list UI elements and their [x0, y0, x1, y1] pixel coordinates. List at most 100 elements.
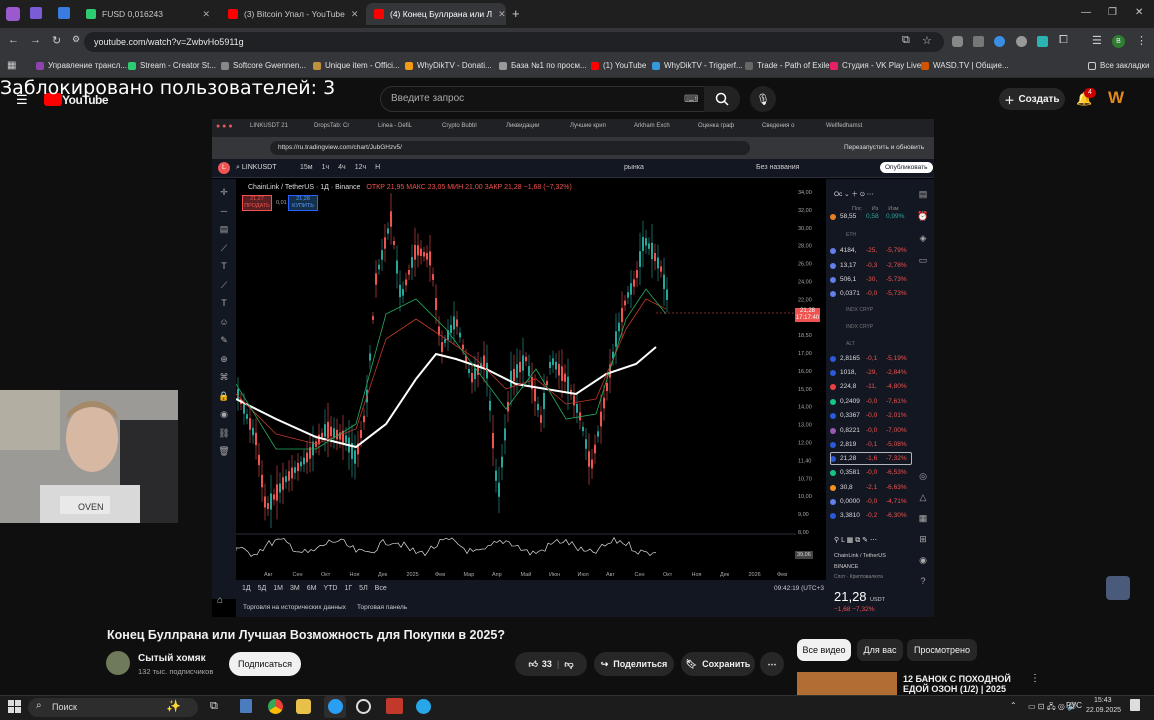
candle-body	[606, 382, 608, 392]
chat-avatar-widget[interactable]	[1106, 576, 1130, 600]
close-icon[interactable]: ✕	[498, 9, 506, 20]
keyboard-icon[interactable]: ⌨	[684, 94, 698, 105]
chrome-app-icon[interactable]	[268, 699, 283, 714]
tv-row-percent: -5,19%	[886, 355, 907, 362]
extension-icon[interactable]	[994, 36, 1005, 47]
recommendation-title[interactable]: 12 БАНОК С ПОХОДНОЙ ЕДОЙ ОЗОН (1/2) | 20…	[903, 674, 1033, 694]
minimize-icon[interactable]: —	[1081, 7, 1091, 18]
save-button[interactable]: 🔖︎ Сохранить	[681, 652, 755, 676]
candle-body	[333, 428, 335, 438]
close-icon[interactable]: ✕	[351, 9, 359, 20]
shield-extension-icon[interactable]	[952, 36, 963, 47]
file-explorer-icon[interactable]	[296, 699, 311, 714]
candle-body	[537, 403, 539, 411]
calculator-app-icon[interactable]	[240, 699, 252, 713]
windows-start-icon[interactable]	[8, 700, 22, 714]
share-button[interactable]: ↪ Поделиться	[594, 652, 674, 676]
profile-icon[interactable]	[6, 7, 20, 21]
bookmark-item[interactable]: База №1 по просм...	[499, 61, 587, 70]
address-bar[interactable]: youtube.com/watch?v=ZwbvHo5911g	[84, 32, 944, 52]
candle-body	[444, 339, 446, 343]
tv-row-percent: -5,79%	[886, 247, 907, 254]
task-view-icon[interactable]: ⧉	[210, 700, 218, 713]
chip-watched[interactable]: Просмотрено	[907, 639, 977, 661]
like-button[interactable]: 👍︎ 33	[528, 659, 551, 670]
bookmark-item[interactable]: Stream - Creator St...	[128, 61, 216, 70]
candle-body	[474, 368, 476, 380]
voice-search-button[interactable]: 🎙	[750, 86, 776, 112]
clock-date[interactable]: 22.09.2025	[1086, 707, 1121, 714]
extension-tab-icon[interactable]	[30, 7, 42, 19]
telegram-app-icon[interactable]	[416, 699, 431, 714]
back-icon[interactable]: ←	[8, 34, 19, 46]
language-indicator[interactable]: РУС	[1066, 701, 1082, 710]
bookmark-item[interactable]: Управление трансл...	[36, 61, 127, 70]
clock-time[interactable]: 15:43	[1094, 697, 1112, 704]
tv-watchlist-row: 0,3367 -0,0 -2,01%	[830, 412, 907, 419]
tab-bullrun[interactable]: (4) Конец Буллрана или Л ✕	[366, 3, 506, 25]
bookmark-item[interactable]: Студия - VK Play Live	[830, 61, 921, 70]
channel-avatar[interactable]	[106, 651, 130, 675]
close-window-icon[interactable]: ✕	[1135, 7, 1143, 18]
extension-icon[interactable]	[1037, 36, 1048, 47]
bookmark-item[interactable]: Unique item - Offici...	[313, 61, 400, 70]
channel-name[interactable]: Сытый хомяк	[138, 653, 206, 664]
tv-row-price: 2,819	[840, 441, 857, 448]
bookmark-label: WASD.TV | Общие...	[933, 61, 1009, 70]
notification-center-icon[interactable]	[1130, 699, 1140, 711]
chip-for-you[interactable]: Для вас	[857, 639, 903, 661]
install-icon[interactable]: ⧉	[902, 34, 910, 47]
extension-icon[interactable]	[1016, 36, 1027, 47]
extension-icon[interactable]	[973, 36, 984, 47]
tray-arrow-icon[interactable]: ⌃	[1010, 701, 1017, 710]
pinned-tab-icon[interactable]	[58, 7, 70, 19]
bookmark-item[interactable]: Trade - Path of Exile	[745, 61, 830, 70]
candle-body	[591, 459, 593, 469]
puzzle-extensions-icon[interactable]: ⧠	[1059, 34, 1068, 47]
bookmark-item[interactable]: Softcore Gwennen...	[221, 61, 306, 70]
candle-body	[600, 411, 602, 427]
dislike-button[interactable]: 👎︎	[564, 659, 573, 670]
tv-current-price-tag: 21,28 17:17:40	[795, 308, 820, 322]
close-icon[interactable]: ✕	[202, 9, 210, 20]
new-tab-button[interactable]: +	[512, 6, 520, 21]
more-actions-button[interactable]: ⋯	[760, 652, 784, 676]
tv-row-change: -30,	[866, 276, 878, 283]
search-button[interactable]	[704, 86, 740, 112]
all-bookmarks[interactable]: Все закладки	[1088, 61, 1149, 70]
recommendation-thumbnail[interactable]	[797, 672, 897, 696]
widget-icon[interactable]: ✨	[166, 699, 181, 713]
create-button[interactable]: ＋ Создать	[999, 88, 1065, 110]
subscribe-button[interactable]: Подписаться	[229, 652, 301, 676]
bookmark-item[interactable]: WASD.TV | Общие...	[921, 61, 1009, 70]
bookmark-item[interactable]: (1) YouTube	[591, 61, 646, 70]
bookmark-label: База №1 по просм...	[511, 61, 587, 70]
ma-200-line	[235, 346, 657, 449]
bookmark-item[interactable]: WhyDikTV - Donati...	[405, 61, 492, 70]
menu-kebab-icon[interactable]: ⋮	[1136, 34, 1147, 47]
recommendation-menu-icon[interactable]: ⋮	[1030, 673, 1040, 684]
candle-body	[489, 400, 491, 411]
profile-avatar[interactable]: B	[1112, 35, 1125, 48]
edge-app-icon[interactable]	[328, 699, 343, 714]
obs-app-icon[interactable]	[356, 699, 371, 714]
tab-bitcoin[interactable]: (3) Bitcoin Упал - YouTube ✕	[220, 3, 362, 25]
bookmark-star-icon[interactable]: ☆	[922, 34, 932, 47]
maximize-icon[interactable]: ❐	[1108, 7, 1117, 18]
chip-all-videos[interactable]: Все видео	[797, 639, 851, 661]
bookmark-item[interactable]: WhyDikTV - Triggerf...	[652, 61, 743, 70]
candle-body	[516, 364, 518, 378]
tv-watchlist-row: 0,8221 -0,0 -7,00%	[830, 427, 907, 434]
game-app-icon[interactable]	[386, 698, 403, 714]
tv-watchlist-row: 2,819 -0,1 -5,08%	[830, 441, 907, 448]
forward-icon[interactable]: →	[30, 34, 41, 46]
apps-grid-icon[interactable]: ▦	[7, 60, 16, 71]
tab-fusd[interactable]: FUSD 0,016243 ✕	[78, 3, 218, 25]
price-tick-label: 10,00	[798, 494, 812, 500]
account-avatar[interactable]: W	[1108, 88, 1124, 108]
bookmark-label: Trade - Path of Exile	[757, 61, 830, 70]
reload-icon[interactable]: ↻	[52, 34, 61, 47]
reading-list-icon[interactable]: ☰	[1092, 34, 1102, 47]
candle-body	[648, 243, 650, 249]
site-info-icon[interactable]: ⚙	[72, 34, 80, 45]
